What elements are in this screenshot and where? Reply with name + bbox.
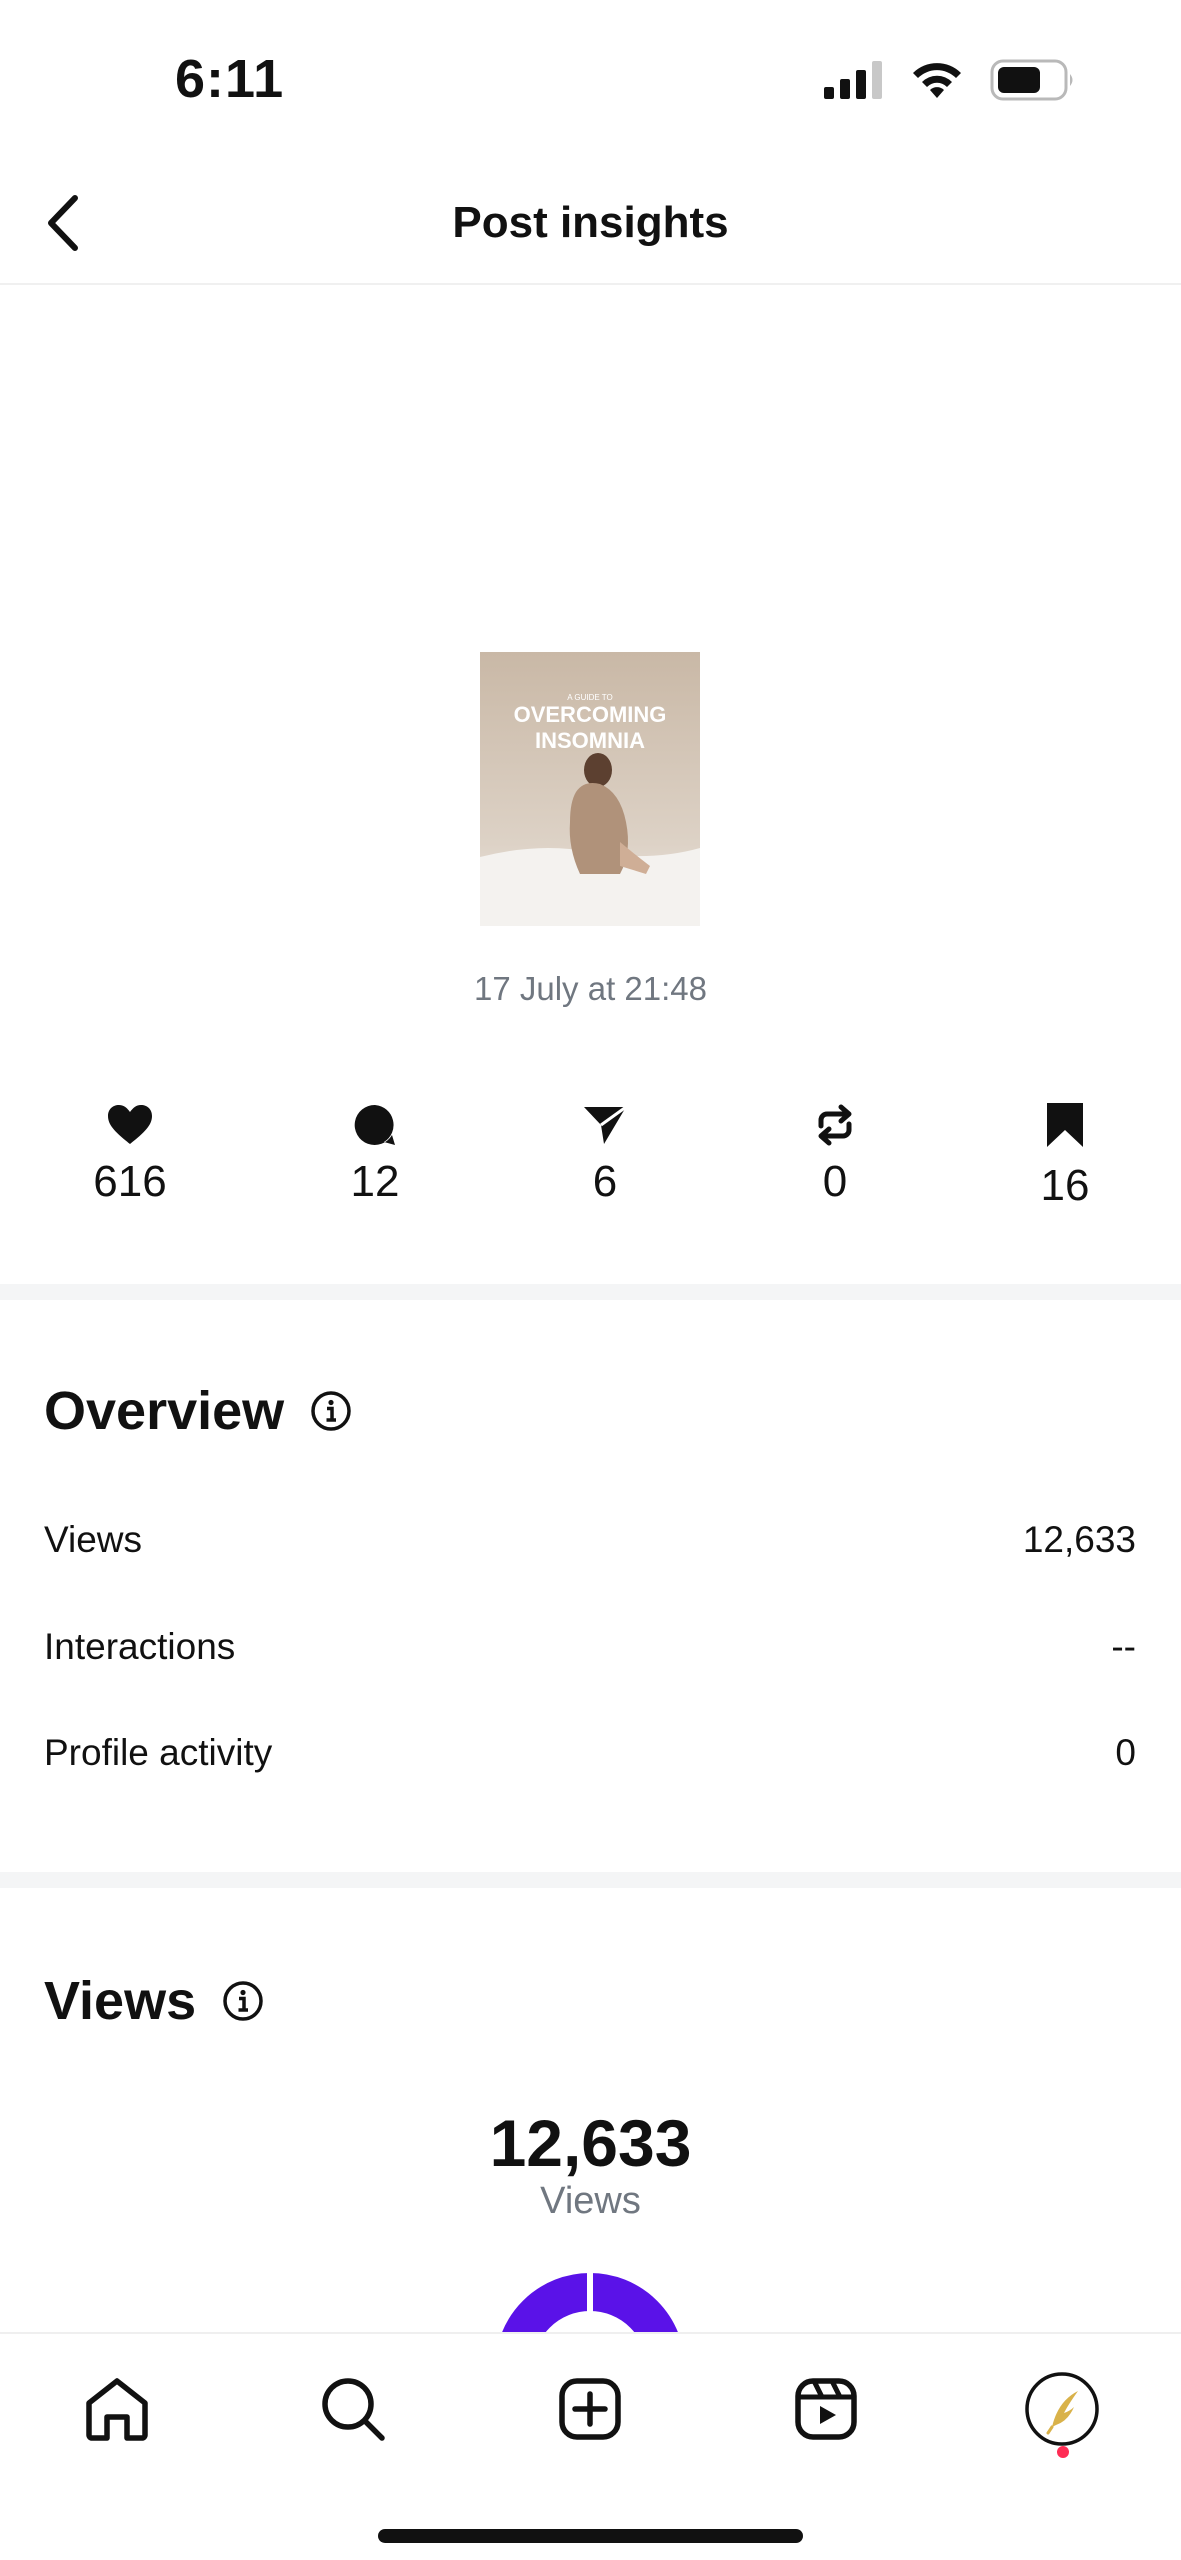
info-icon[interactable] [310,1390,352,1432]
post-thumbnail[interactable]: A GUIDE TO OVERCOMING INSOMNIA [480,652,700,926]
shares-count: 6 [592,1157,618,1206]
cover-small-text: A GUIDE TO [567,693,613,702]
overview-title: Overview [44,1381,285,1441]
status-time: 6:11 [175,49,285,109]
nav-home[interactable] [72,2364,162,2454]
cover-title-line-2: INSOMNIA [535,728,645,753]
overview-heading: Overview [44,1380,352,1442]
page-title: Post insights [452,198,729,247]
header: Post insights [0,160,1181,285]
status-bar: 6:11 [0,0,1181,160]
views-donut-chart [490,2268,690,2333]
likes-stat: 616 [55,1095,205,1207]
home-icon [86,2378,148,2441]
nav-profile[interactable] [1017,2364,1107,2454]
notification-dot [1057,2446,1069,2458]
nav-create[interactable] [545,2364,635,2454]
metric-value: 0 [1115,1732,1136,1773]
search-icon [322,2378,385,2441]
saves-stat: 16 [990,1095,1140,1211]
comments-stat: 12 [300,1095,450,1207]
metric-label: Views [44,1519,143,1560]
metric-label: Interactions [44,1626,236,1667]
shares-stat: 6 [530,1095,680,1207]
overview-row-interactions[interactable]: Interactions -- [44,1617,1136,1677]
repost-icon [818,1104,852,1146]
home-indicator[interactable] [378,2529,803,2543]
bottom-navigation [0,2332,1181,2560]
post-date: 17 July at 21:48 [474,970,707,1007]
saves-count: 16 [1040,1161,1090,1210]
wifi-icon [913,63,961,98]
reposts-count: 0 [822,1157,848,1206]
views-total: 12,633 [489,2106,692,2180]
battery-icon [990,59,1073,101]
overview-row-profile-activity[interactable]: Profile activity 0 [44,1723,1136,1783]
section-divider [0,1872,1181,1888]
views-caption: Views [540,2180,641,2222]
likes-count: 616 [93,1157,167,1206]
metric-label: Profile activity [44,1732,273,1773]
reposts-stat: 0 [760,1095,910,1207]
heart-icon [108,1105,152,1144]
views-title: Views [44,1971,197,2031]
nav-search[interactable] [308,2364,398,2454]
overview-row-views[interactable]: Views 12,633 [44,1510,1136,1570]
engagement-stats: 616 12 6 0 16 [0,1095,1181,1225]
metric-value: -- [1111,1626,1136,1667]
reels-icon [795,2378,857,2440]
metric-value: 12,633 [1022,1519,1136,1560]
post-image: A GUIDE TO OVERCOMING INSOMNIA [480,652,700,926]
send-icon [584,1105,627,1144]
section-divider [0,1284,1181,1300]
signal-icon [824,61,882,99]
bookmark-icon [1047,1103,1083,1147]
comment-icon [354,1104,395,1145]
comments-count: 12 [350,1157,400,1206]
info-icon[interactable] [222,1980,264,2022]
cover-title-line-1: OVERCOMING [514,702,667,727]
profile-avatar-icon [1025,2372,1099,2446]
nav-reels[interactable] [781,2364,871,2454]
views-heading: Views [44,1970,264,2032]
create-icon [559,2378,621,2440]
status-icons [824,55,1076,105]
